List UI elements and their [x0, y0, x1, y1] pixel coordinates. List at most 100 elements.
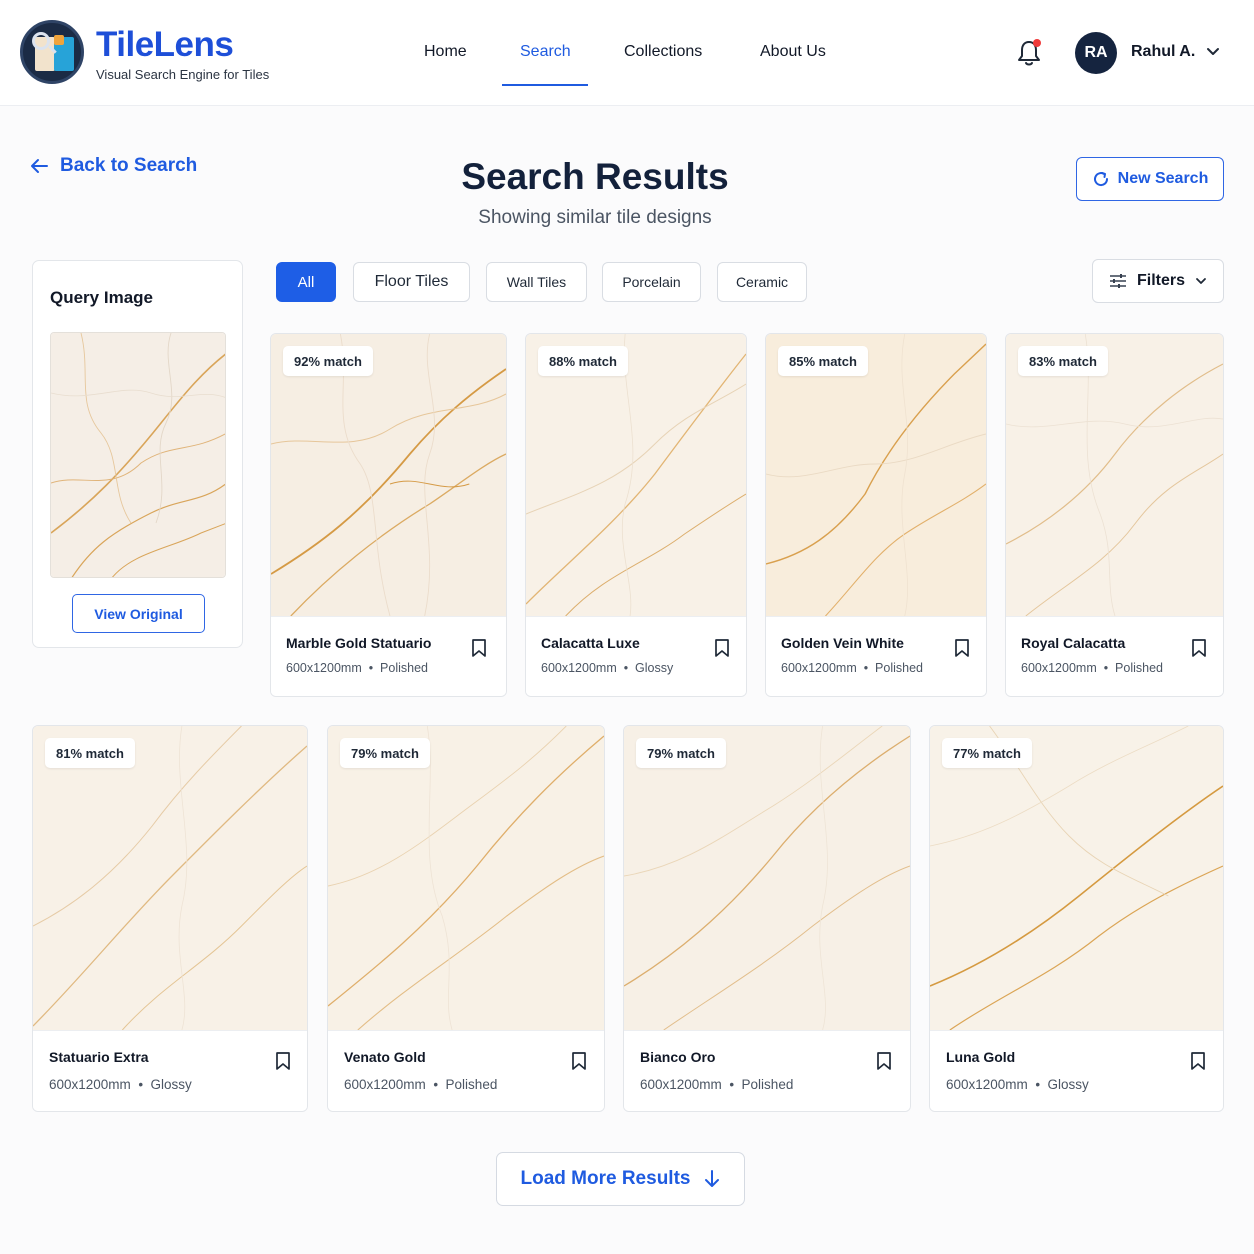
card-info: Golden Vein White 600x1200mm • Polished: [766, 616, 986, 696]
result-card[interactable]: 88% match Calacatta Luxe 600x1200mm • Gl…: [525, 333, 747, 697]
tile-meta: 600x1200mm • Polished: [781, 661, 923, 675]
avatar[interactable]: RA: [1075, 32, 1117, 74]
tilelens-logo-icon[interactable]: [20, 20, 84, 84]
match-badge: 92% match: [283, 346, 373, 376]
load-more-button[interactable]: Load More Results: [496, 1152, 745, 1206]
chip-floor-tiles[interactable]: Floor Tiles: [353, 262, 470, 302]
tile-size: 600x1200mm: [49, 1077, 131, 1092]
card-info: Luna Gold 600x1200mm • Glossy: [930, 1030, 1223, 1111]
bookmark-icon[interactable]: [954, 639, 970, 657]
tile-image[interactable]: [328, 726, 604, 1030]
chevron-down-icon: [1196, 278, 1206, 284]
nav-about-us[interactable]: About Us: [760, 43, 826, 61]
tile-image[interactable]: [930, 726, 1223, 1030]
result-card[interactable]: 85% match Golden Vein White 600x1200mm •…: [765, 333, 987, 697]
arrow-down-icon: [705, 1170, 720, 1187]
bookmark-icon[interactable]: [1191, 639, 1207, 657]
tile-image[interactable]: [271, 334, 506, 616]
tile-finish: Polished: [1115, 661, 1163, 675]
tile-name[interactable]: Calacatta Luxe: [541, 635, 640, 651]
brand-name[interactable]: TileLens: [96, 25, 234, 65]
tile-meta: 600x1200mm • Polished: [286, 661, 428, 675]
query-title: Query Image: [50, 288, 153, 307]
new-search-label: New Search: [1117, 170, 1209, 187]
brand-tagline: Visual Search Engine for Tiles: [96, 67, 270, 82]
tile-image[interactable]: [624, 726, 910, 1030]
view-original-button[interactable]: View Original: [72, 594, 205, 633]
query-image[interactable]: [50, 332, 226, 578]
refresh-icon: [1093, 172, 1108, 187]
query-panel: Query Image View Original: [32, 260, 243, 648]
tile-image[interactable]: [1006, 334, 1223, 616]
tile-meta: 600x1200mm • Glossy: [541, 661, 674, 675]
result-card[interactable]: 79% match Bianco Oro 600x1200mm • Polish…: [623, 725, 911, 1112]
tile-name[interactable]: Luna Gold: [946, 1049, 1015, 1065]
card-info: Venato Gold 600x1200mm • Polished: [328, 1030, 604, 1111]
tile-size: 600x1200mm: [344, 1077, 426, 1092]
match-badge: 79% match: [636, 738, 726, 768]
nav-active-indicator: [502, 84, 588, 86]
bookmark-icon[interactable]: [275, 1052, 291, 1070]
card-info: Statuario Extra 600x1200mm • Glossy: [33, 1030, 307, 1111]
bookmark-icon[interactable]: [571, 1052, 587, 1070]
tile-finish: Glossy: [150, 1077, 192, 1092]
tile-finish: Polished: [875, 661, 923, 675]
card-info: Bianco Oro 600x1200mm • Polished: [624, 1030, 910, 1111]
top-header: TileLens Visual Search Engine for Tiles …: [0, 0, 1254, 106]
card-info: Marble Gold Statuario 600x1200mm • Polis…: [271, 616, 506, 696]
tile-image[interactable]: [766, 334, 986, 616]
tile-size: 600x1200mm: [946, 1077, 1028, 1092]
tile-finish: Glossy: [635, 661, 674, 675]
chip-wall-tiles[interactable]: Wall Tiles: [486, 262, 587, 302]
tile-meta: 600x1200mm • Polished: [1021, 661, 1163, 675]
tile-meta: 600x1200mm • Glossy: [946, 1077, 1089, 1092]
match-badge: 83% match: [1018, 346, 1108, 376]
tile-finish: Polished: [741, 1077, 794, 1092]
tile-size: 600x1200mm: [1021, 661, 1097, 675]
result-card[interactable]: 83% match Royal Calacatta 600x1200mm • P…: [1005, 333, 1224, 697]
chevron-down-icon[interactable]: [1206, 45, 1220, 59]
match-badge: 77% match: [942, 738, 1032, 768]
match-badge: 85% match: [778, 346, 868, 376]
tile-size: 600x1200mm: [286, 661, 362, 675]
tile-meta: 600x1200mm • Polished: [344, 1077, 498, 1092]
tile-finish: Glossy: [1047, 1077, 1089, 1092]
tile-image[interactable]: [33, 726, 307, 1030]
bookmark-icon[interactable]: [714, 639, 730, 657]
result-card[interactable]: 92% match Marble Gold Statuario 600x1200…: [270, 333, 507, 697]
tile-name[interactable]: Golden Vein White: [781, 635, 904, 651]
tile-name[interactable]: Royal Calacatta: [1021, 635, 1125, 651]
filters-button[interactable]: Filters: [1092, 259, 1224, 303]
tile-size: 600x1200mm: [541, 661, 617, 675]
user-name[interactable]: Rahul A.: [1131, 43, 1195, 61]
new-search-button[interactable]: New Search: [1076, 157, 1224, 201]
tile-image[interactable]: [526, 334, 746, 616]
chip-ceramic[interactable]: Ceramic: [717, 262, 807, 302]
nav-search[interactable]: Search: [520, 43, 571, 61]
tile-meta: 600x1200mm • Glossy: [49, 1077, 192, 1092]
bookmark-icon[interactable]: [471, 639, 487, 657]
tile-name[interactable]: Venato Gold: [344, 1049, 426, 1065]
result-card[interactable]: 81% match Statuario Extra 600x1200mm • G…: [32, 725, 308, 1112]
tile-finish: Polished: [380, 661, 428, 675]
chip-all[interactable]: All: [276, 262, 336, 302]
nav-collections[interactable]: Collections: [624, 43, 702, 61]
notification-dot: [1033, 39, 1041, 47]
bookmark-icon[interactable]: [1190, 1052, 1206, 1070]
filters-label: Filters: [1136, 272, 1185, 289]
result-card[interactable]: 79% match Venato Gold 600x1200mm • Polis…: [327, 725, 605, 1112]
tile-meta: 600x1200mm • Polished: [640, 1077, 794, 1092]
tile-name[interactable]: Marble Gold Statuario: [286, 635, 431, 651]
match-badge: 79% match: [340, 738, 430, 768]
load-more-label: Load More Results: [520, 1168, 691, 1189]
result-card[interactable]: 77% match Luna Gold 600x1200mm • Glossy: [929, 725, 1224, 1112]
match-badge: 88% match: [538, 346, 628, 376]
nav-home[interactable]: Home: [424, 43, 467, 61]
bookmark-icon[interactable]: [876, 1052, 892, 1070]
tile-name[interactable]: Bianco Oro: [640, 1049, 715, 1065]
tile-finish: Polished: [445, 1077, 498, 1092]
tile-size: 600x1200mm: [640, 1077, 722, 1092]
chip-porcelain[interactable]: Porcelain: [602, 262, 701, 302]
page-title: Search Results: [461, 156, 729, 197]
tile-name[interactable]: Statuario Extra: [49, 1049, 149, 1065]
